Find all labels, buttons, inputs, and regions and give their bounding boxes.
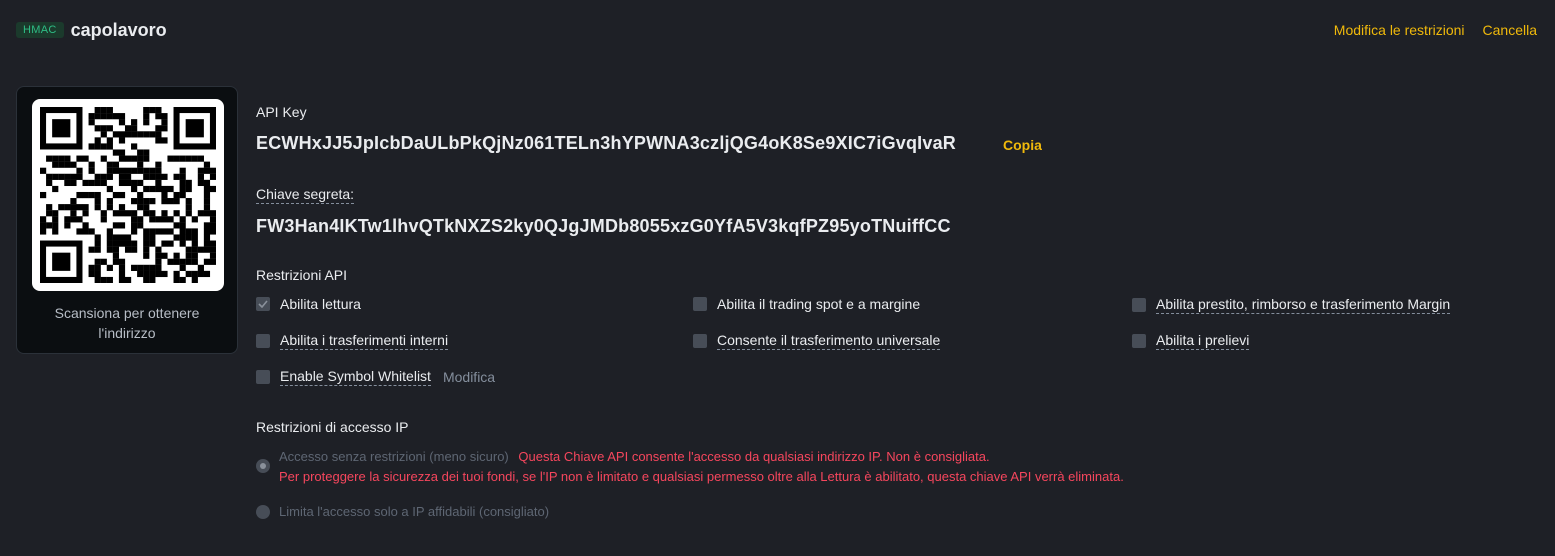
radio-unrestricted[interactable]: Accesso senza restrizioni (meno sicuro) … xyxy=(256,447,1124,487)
radio-trusted-ips[interactable]: Limita l'accesso solo a IP affidabili (c… xyxy=(256,503,549,521)
ip-restrictions-title: Restrizioni di accesso IP xyxy=(256,419,409,435)
radio-selected-icon[interactable] xyxy=(256,459,270,473)
qr-caption: Scansiona per ottenere l'indirizzo xyxy=(54,305,200,341)
checkbox-label: Consente il trasferimento universale xyxy=(717,332,941,350)
checkbox-icon[interactable] xyxy=(256,370,270,384)
checkbox-label: Enable Symbol Whitelist xyxy=(280,368,431,386)
checkbox-icon[interactable] xyxy=(1132,334,1146,348)
checkbox-enable-withdrawals[interactable]: Abilita i prelievi xyxy=(1132,332,1250,350)
checkbox-label: Abilita prestito, rimborso e trasferimen… xyxy=(1156,296,1451,314)
api-key-value: ECWHxJJ5JpIcbDaULbPkQjNz061TELn3hYPWNA3c… xyxy=(256,133,957,153)
checkbox-icon[interactable] xyxy=(1132,298,1146,312)
restrictions-title: Restrizioni API xyxy=(256,267,348,283)
ip-warning-line2: Per proteggere la sicurezza dei tuoi fon… xyxy=(279,469,1124,484)
checkbox-label: Abilita i prelievi xyxy=(1156,332,1250,350)
qr-card: Scansiona per ottenere l'indirizzo xyxy=(16,86,238,354)
radio-trusted-label: Limita l'accesso solo a IP affidabili (c… xyxy=(279,504,550,519)
radio-icon[interactable] xyxy=(256,505,270,519)
api-key-name: capolavoro xyxy=(70,19,167,40)
copy-button[interactable]: Copia xyxy=(1003,137,1042,153)
checkbox-label: Abilita il trading spot e a margine xyxy=(717,296,921,312)
qr-code xyxy=(32,99,224,291)
secret-key-value: FW3Han4IKTw1lhvQTkNXZS2ky0QJgJMDb8055xzG… xyxy=(256,216,951,236)
checkbox-enable-margin-loan[interactable]: Abilita prestito, rimborso e trasferimen… xyxy=(1132,296,1451,314)
checkbox-enable-reading[interactable]: Abilita lettura xyxy=(256,296,361,312)
checkbox-icon[interactable] xyxy=(693,334,707,348)
radio-unrestricted-label: Accesso senza restrizioni (meno sicuro) xyxy=(279,449,509,464)
api-key-label: API Key xyxy=(256,104,307,120)
checkbox-symbol-whitelist[interactable]: Enable Symbol Whitelist Modifica xyxy=(256,368,495,386)
ip-warning-line1: Questa Chiave API consente l'accesso da … xyxy=(518,449,990,464)
checkbox-internal-transfer[interactable]: Abilita i trasferimenti interni xyxy=(256,332,449,350)
checkbox-checked-icon[interactable] xyxy=(256,297,270,311)
checkbox-enable-spot-margin[interactable]: Abilita il trading spot e a margine xyxy=(693,296,920,312)
checkbox-icon[interactable] xyxy=(693,297,707,311)
qr-code-image xyxy=(40,107,216,283)
hmac-badge: HMAC xyxy=(16,22,64,38)
checkbox-label: Abilita lettura xyxy=(280,296,361,312)
checkbox-label: Abilita i trasferimenti interni xyxy=(280,332,449,350)
checkbox-universal-transfer[interactable]: Consente il trasferimento universale xyxy=(693,332,941,350)
checkbox-icon[interactable] xyxy=(256,334,270,348)
api-key-details: API Key ECWHxJJ5JpIcbDaULbPkQjNz061TELn3… xyxy=(256,0,1555,556)
whitelist-edit-link[interactable]: Modifica xyxy=(443,369,495,385)
secret-key-label: Chiave segreta: xyxy=(256,186,355,204)
